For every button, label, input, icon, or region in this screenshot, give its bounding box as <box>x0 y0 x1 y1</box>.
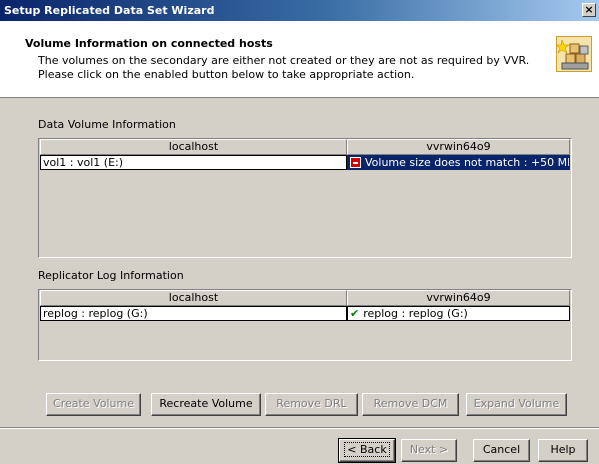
recreate-volume-button[interactable]: Recreate Volume <box>151 393 261 416</box>
expand-volume-button[interactable]: Expand Volume <box>466 393 567 416</box>
column-header-remote-host[interactable]: vvrwin64o9 <box>347 139 570 155</box>
wizard-window: Setup Replicated Data Set Wizard × Volum… <box>0 0 599 464</box>
data-volume-grid[interactable]: localhost vvrwin64o9 vol1 : vol1 (E:) Vo… <box>38 138 572 258</box>
replicator-log-grid[interactable]: localhost vvrwin64o9 replog : replog (G:… <box>38 289 572 361</box>
column-header-remote-host[interactable]: vvrwin64o9 <box>347 290 570 306</box>
close-icon: × <box>584 3 594 16</box>
column-header-localhost[interactable]: localhost <box>40 290 347 306</box>
local-volume-cell[interactable]: vol1 : vol1 (E:) <box>40 155 347 170</box>
help-button[interactable]: Help <box>538 439 588 462</box>
window-title: Setup Replicated Data Set Wizard <box>4 4 215 17</box>
back-button[interactable]: < Back <box>338 438 396 463</box>
wizard-header: Volume Information on connected hosts Th… <box>0 21 599 98</box>
remote-volume-status: Volume size does not match : +50 MB <box>365 156 570 169</box>
footer-divider <box>0 427 599 429</box>
back-button-label: < Back <box>344 442 390 457</box>
page-title: Volume Information on connected hosts <box>25 37 273 50</box>
local-log-cell[interactable]: replog : replog (G:) <box>40 306 347 321</box>
create-volume-button[interactable]: Create Volume <box>46 393 141 416</box>
remove-dcm-button[interactable]: Remove DCM <box>362 393 459 416</box>
checkmark-icon: ✔ <box>350 307 360 320</box>
page-description: The volumes on the secondary are either … <box>38 54 530 81</box>
close-button[interactable]: × <box>582 3 596 17</box>
column-header-localhost[interactable]: localhost <box>40 139 347 155</box>
remote-log-cell[interactable]: ✔ replog : replog (G:) <box>347 306 570 321</box>
replicator-log-label: Replicator Log Information <box>38 269 184 282</box>
cancel-button[interactable]: Cancel <box>473 439 530 462</box>
remote-log-status: replog : replog (G:) <box>363 307 468 320</box>
data-volume-label: Data Volume Information <box>38 118 176 131</box>
next-button[interactable]: Next > <box>401 439 457 462</box>
error-icon <box>350 157 361 168</box>
title-bar[interactable]: Setup Replicated Data Set Wizard × <box>0 0 599 21</box>
remote-volume-cell[interactable]: Volume size does not match : +50 MB <box>347 155 570 170</box>
remove-drl-button[interactable]: Remove DRL <box>265 393 358 416</box>
wizard-server-boxes-icon <box>556 36 592 72</box>
